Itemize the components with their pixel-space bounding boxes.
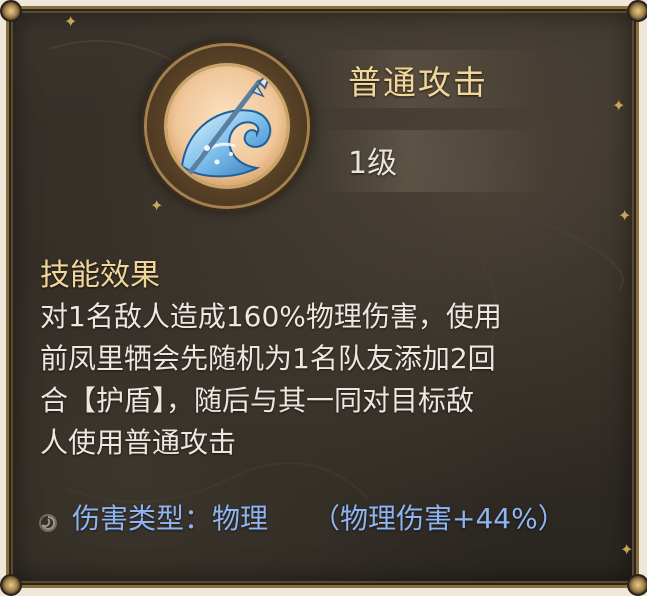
description-line: 合【护盾】，随后与其一同对目标敌 (40, 384, 475, 417)
sparkle-icon: ✦ (64, 12, 78, 31)
sparkle-icon: ✦ (620, 540, 634, 559)
damage-type-row: 伤害类型：物理 （物理伤害+44%） (38, 497, 566, 537)
skill-effect-title: 技能效果 (40, 258, 160, 293)
sparkle-icon: ✦ (618, 206, 632, 225)
damage-bonus: （物理伤害+44%） (312, 502, 566, 535)
description-line: 人使用普通攻击 (40, 426, 237, 459)
swirl-icon (38, 507, 58, 532)
frame-corner-top-right (627, 0, 647, 22)
skill-name: 普通攻击 (348, 63, 488, 102)
description-line: 对1名敌人造成160%物理伤害，使用 (40, 300, 502, 333)
frame-corner-top-left (0, 0, 22, 22)
sparkle-icon: ✦ (150, 196, 164, 215)
skill-level: 1级 (348, 146, 398, 181)
description-line: 前凤里牺会先随机为1名队友添加2回 (40, 342, 496, 375)
water-wave-spear-icon[interactable] (167, 66, 287, 186)
skill-description: 对1名敌人造成160%物理伤害，使用 前凤里牺会先随机为1名队友添加2回 合【护… (40, 296, 620, 464)
damage-type-label: 伤害类型：物理 (72, 502, 269, 535)
sparkle-icon: ✦ (612, 96, 626, 115)
frame-corner-bottom-left (0, 574, 22, 596)
frame-corner-bottom-right (627, 574, 647, 596)
